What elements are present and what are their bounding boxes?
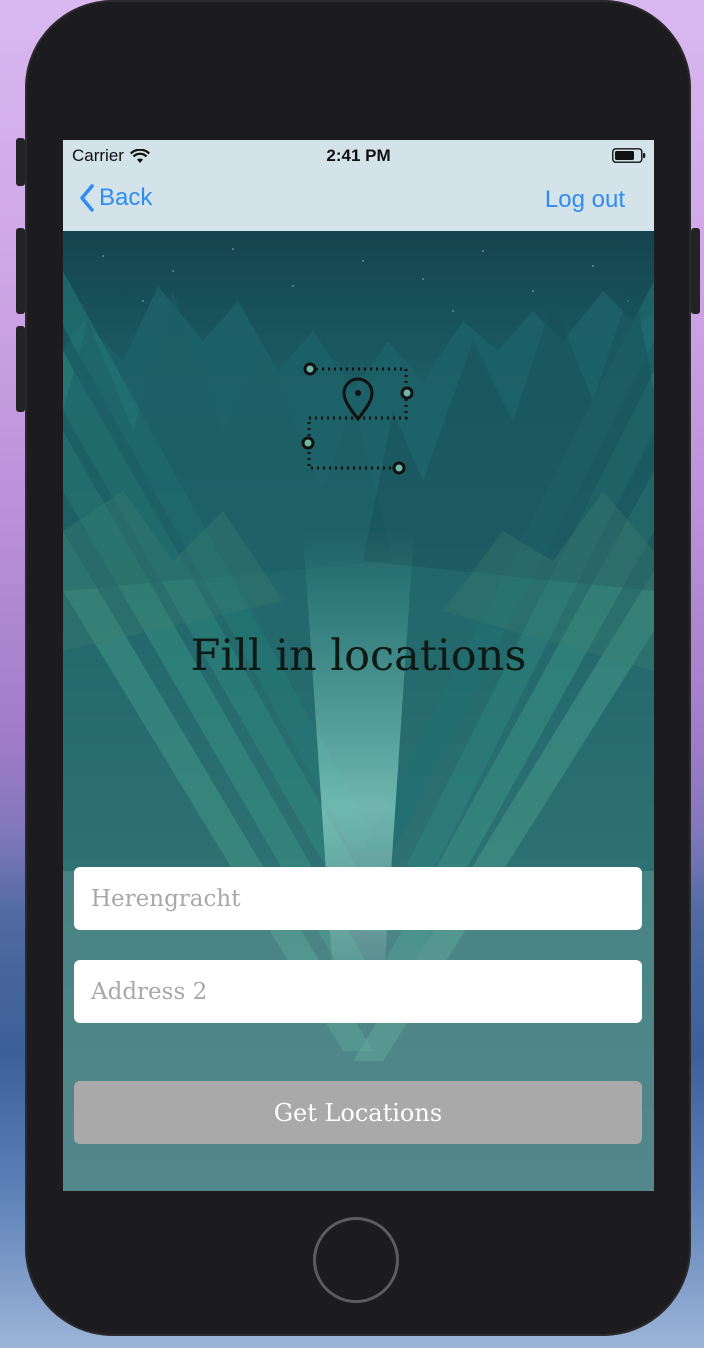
page-title: Fill in locations xyxy=(190,631,527,681)
logout-button[interactable]: Log out xyxy=(545,186,625,214)
mute-switch xyxy=(16,138,25,186)
volume-up-button xyxy=(16,228,25,314)
navigation-bar: Carrier 2:41 PM Back Log out xyxy=(63,140,654,231)
status-time: 2:41 PM xyxy=(326,146,391,165)
address-1-input[interactable]: Herengracht xyxy=(74,867,642,930)
home-button[interactable] xyxy=(313,1217,399,1303)
main-content: Fill in locations Herengracht Address 2 … xyxy=(63,231,654,1191)
volume-down-button xyxy=(16,326,25,412)
status-bar: Carrier 2:41 PM xyxy=(63,140,654,172)
address-2-input[interactable]: Address 2 xyxy=(74,960,642,1023)
power-button xyxy=(691,228,700,314)
back-button[interactable]: Back xyxy=(79,184,152,212)
battery-icon xyxy=(612,148,646,163)
app-screen: Fill in locations Herengracht Address 2 … xyxy=(63,140,654,1191)
get-locations-button[interactable]: Get Locations xyxy=(74,1081,642,1144)
route-location-icon xyxy=(301,362,414,475)
chevron-left-icon xyxy=(80,184,94,212)
back-label: Back xyxy=(99,184,153,211)
